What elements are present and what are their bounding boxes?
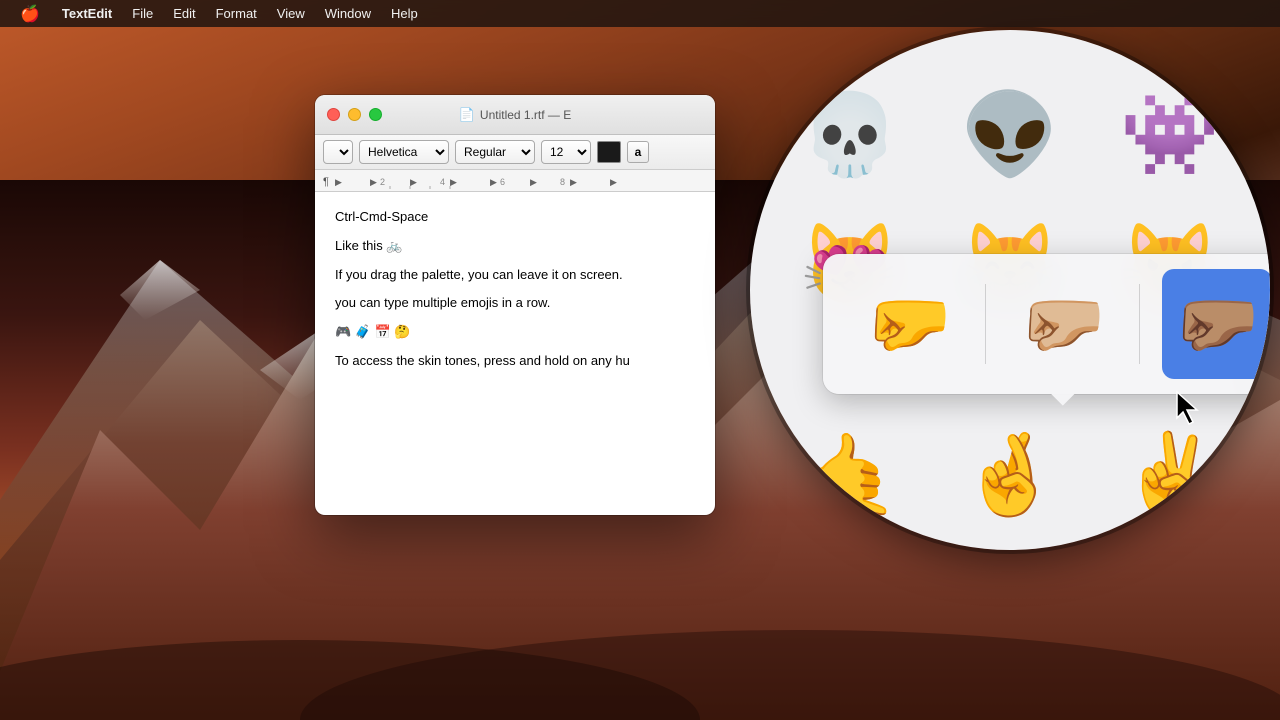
format-menu[interactable]: Format bbox=[206, 0, 267, 27]
zoom-circle-overlay: 💀 👽 👾 😻 😹 😼 🤛 🤛🏼 🤛🏽 🤙 🤞 ✌️ bbox=[750, 30, 1270, 550]
hand-emoji-partial[interactable]: 🖐 bbox=[785, 540, 915, 550]
svg-text:▶: ▶ bbox=[370, 177, 377, 187]
alien-emoji[interactable]: 👽 bbox=[945, 70, 1075, 200]
maximize-button[interactable] bbox=[369, 108, 382, 121]
svg-text:▶: ▶ bbox=[490, 177, 497, 187]
paragraph-style-select[interactable]: ¶ bbox=[323, 140, 353, 164]
apple-menu[interactable]: 🍎 bbox=[8, 0, 52, 27]
window-toolbar: ¶ Helvetica Arial Times New Roman Regula… bbox=[315, 135, 715, 170]
skin-medium-light-option[interactable]: 🤛🏼 bbox=[1008, 269, 1118, 379]
textedit-window: 📄 Untitled 1.rtf — E ¶ Helvetica Arial T… bbox=[315, 95, 715, 515]
doc-line-5: 🎮 🧳 📅 🤔 bbox=[335, 322, 695, 343]
svg-text:2: 2 bbox=[380, 177, 385, 187]
view-menu[interactable]: View bbox=[267, 0, 315, 27]
window-titlebar: 📄 Untitled 1.rtf — E bbox=[315, 95, 715, 135]
window-title: 📄 Untitled 1.rtf — E bbox=[459, 107, 572, 123]
doc-line-2: Like this 🚲 bbox=[335, 236, 695, 257]
svg-text:▶: ▶ bbox=[530, 177, 537, 187]
skin-divider-1 bbox=[985, 284, 986, 364]
doc-icon: 📄 bbox=[459, 107, 475, 123]
emoji-row-4: 🖐 ✋ 🖖 bbox=[770, 540, 1250, 550]
space-invader-emoji[interactable]: 👾 bbox=[1105, 70, 1235, 200]
skin-dark-option[interactable]: 🤛🏽 bbox=[1162, 269, 1270, 379]
skull-emoji[interactable]: 💀 bbox=[785, 70, 915, 200]
doc-line-6: To access the skin tones, press and hold… bbox=[335, 351, 695, 372]
svg-text:6: 6 bbox=[500, 177, 505, 187]
text-format-button[interactable]: a bbox=[627, 141, 649, 163]
font-style-select[interactable]: Regular Bold Italic bbox=[455, 140, 535, 164]
window-menu[interactable]: Window bbox=[315, 0, 381, 27]
svg-text:4: 4 bbox=[440, 177, 445, 187]
emoji-row-3: 🤙 🤞 ✌️ bbox=[770, 410, 1250, 540]
close-button[interactable] bbox=[327, 108, 340, 121]
vulcan-salute-partial[interactable]: 🖖 bbox=[1105, 540, 1235, 550]
font-size-select[interactable]: 9 10 11 12 14 18 bbox=[541, 140, 591, 164]
minimize-button[interactable] bbox=[348, 108, 361, 121]
document-content[interactable]: Ctrl-Cmd-Space Like this 🚲 If you drag t… bbox=[315, 192, 715, 395]
font-select[interactable]: Helvetica Arial Times New Roman bbox=[359, 140, 449, 164]
svg-text:▶: ▶ bbox=[450, 177, 457, 187]
text-color-picker[interactable] bbox=[597, 141, 621, 163]
svg-text:▶: ▶ bbox=[410, 177, 417, 187]
doc-line-4: you can type multiple emojis in a row. bbox=[335, 293, 695, 314]
raised-hand-emoji-partial[interactable]: ✋ bbox=[945, 540, 1075, 550]
file-menu[interactable]: File bbox=[122, 0, 163, 27]
svg-text:▶: ▶ bbox=[610, 177, 617, 187]
peace-sign-emoji[interactable]: ✌️ bbox=[1105, 410, 1235, 540]
svg-text:8: 8 bbox=[560, 177, 565, 187]
svg-text:▶: ▶ bbox=[335, 177, 342, 187]
window-controls bbox=[327, 108, 382, 121]
ruler-svg: ¶ ▶ ▶ ▶ ▶ ▶ ▶ ▶ ▶ 2 4 6 8 bbox=[320, 171, 700, 191]
emoji-row-1: 💀 👽 👾 bbox=[770, 70, 1250, 200]
edit-menu[interactable]: Edit bbox=[163, 0, 205, 27]
skin-divider-2 bbox=[1139, 284, 1140, 364]
zoom-background: 💀 👽 👾 😻 😹 😼 🤛 🤛🏼 🤛🏽 🤙 🤞 ✌️ bbox=[750, 30, 1270, 550]
textedit-menu[interactable]: TextEdit bbox=[52, 0, 122, 27]
crossed-fingers-emoji[interactable]: 🤞 bbox=[945, 410, 1075, 540]
window-title-text: Untitled 1.rtf — E bbox=[480, 108, 571, 122]
svg-text:▶: ▶ bbox=[570, 177, 577, 187]
doc-line-3: If you drag the palette, you can leave i… bbox=[335, 265, 695, 286]
help-menu[interactable]: Help bbox=[381, 0, 428, 27]
ok-hand-emoji[interactable]: 🤙 bbox=[785, 410, 915, 540]
ruler: ¶ ▶ ▶ ▶ ▶ ▶ ▶ ▶ ▶ 2 4 6 8 bbox=[315, 170, 715, 192]
skin-tone-popup: 🤛 🤛🏼 🤛🏽 bbox=[823, 254, 1270, 394]
menu-bar: 🍎 TextEdit File Edit Format View Window … bbox=[0, 0, 1280, 27]
doc-line-1: Ctrl-Cmd-Space bbox=[335, 207, 695, 228]
skin-default-option[interactable]: 🤛 bbox=[854, 269, 964, 379]
svg-text:¶: ¶ bbox=[323, 176, 329, 188]
